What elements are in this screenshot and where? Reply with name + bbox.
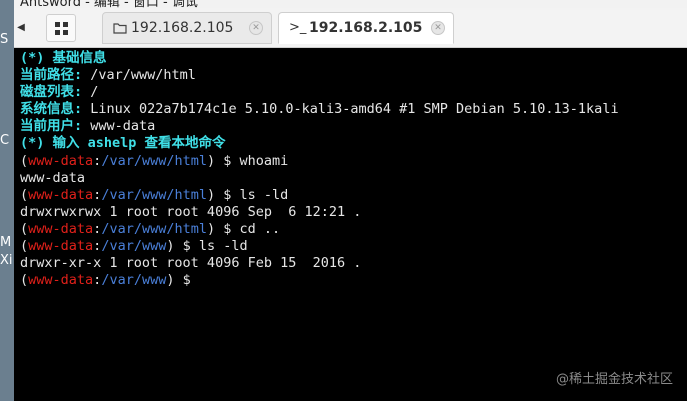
terminal-info-line: 当前路径: /var/www/html [20, 67, 196, 84]
terminal-output[interactable]: (*) 基础信息 当前路径: /var/www/html 磁盘列表: / 系统信… [14, 48, 687, 401]
terminal-icon: >_ [289, 20, 307, 35]
close-icon[interactable]: ✕ [249, 21, 263, 35]
prompt-command: whoami [239, 152, 289, 169]
prompt-directory: /var/www/html [101, 220, 207, 237]
prompt-directory: /var/www/html [101, 152, 207, 169]
terminal-output-line: drwxrwxrwx 1 root root 4096 Sep 6 12:21 … [20, 203, 362, 220]
prompt-directory: /var/www [101, 238, 167, 255]
prompt-user: www-data [28, 272, 94, 289]
prompt-user: www-data [28, 238, 94, 255]
terminal-output-line: drwxr-xr-x 1 root root 4096 Feb 15 2016 … [20, 255, 362, 272]
tab-terminal[interactable]: >_ 192.168.2.105 ✕ [278, 12, 454, 44]
chevron-left-icon[interactable]: ◀ [16, 21, 26, 35]
tab-label: 192.168.2.105 [309, 20, 423, 36]
prompt-user: www-data [28, 152, 94, 169]
terminal-info-line: 磁盘列表: / [20, 84, 99, 101]
prompt-command: ls -ld [198, 238, 248, 255]
desktop-background-strip: S C M Xi [0, 0, 14, 401]
desktop-label: Xi [0, 253, 13, 268]
folder-icon [113, 13, 127, 43]
watermark: @稀土掘金技术社区 [555, 372, 673, 387]
prompt-directory: /var/www [101, 272, 167, 289]
terminal-info-line: 系统信息: Linux 022a7b174c1e 5.10.0-kali3-am… [20, 101, 619, 118]
prompt-user: www-data [28, 220, 94, 237]
terminal-help-hint: (*) 输入 ashelp 查看本地命令 [20, 135, 226, 152]
tab-label: 192.168.2.105 [131, 20, 234, 36]
terminal-prompt-line: (www-data:/var/www/html) $ cd .. [20, 220, 281, 237]
window-title: Antsword - 编辑 - 窗口 - 调试 [20, 0, 198, 8]
prompt-user: www-data [28, 186, 94, 203]
terminal-prompt-line: (www-data:/var/www/html) $ whoami [20, 152, 289, 169]
grid-icon [55, 22, 68, 35]
prompt-command: ls -ld [239, 186, 289, 203]
terminal-prompt-line: (www-data:/var/www) $ [20, 272, 199, 289]
desktop-label: S [0, 32, 9, 47]
terminal-prompt-line: (www-data:/var/www/html) $ ls -ld [20, 186, 289, 203]
close-icon[interactable]: ✕ [431, 21, 445, 35]
terminal-prompt-line: (www-data:/var/www) $ ls -ld [20, 238, 248, 255]
prompt-directory: /var/www/html [101, 186, 207, 203]
tab-file-manager[interactable]: 192.168.2.105 ✕ [102, 12, 272, 44]
prompt-command: cd .. [239, 220, 281, 237]
terminal-session: (www-data:/var/www/html) $ whoami www-dat… [20, 153, 687, 290]
tab-bar: ◀ 192.168.2.105 ✕ >_ 192.168.2.105 ✕ [14, 8, 687, 48]
terminal-output-line: www-data [20, 169, 86, 186]
terminal-info-line: 当前用户: www-data [20, 118, 156, 135]
desktop-label: M [0, 235, 12, 250]
tab-grid-button[interactable] [46, 14, 76, 42]
window-title-bar: Antsword - 编辑 - 窗口 - 调试 [14, 0, 687, 8]
desktop-label: C [0, 133, 10, 148]
terminal-info-header: (*) 基础信息 [20, 50, 107, 66]
